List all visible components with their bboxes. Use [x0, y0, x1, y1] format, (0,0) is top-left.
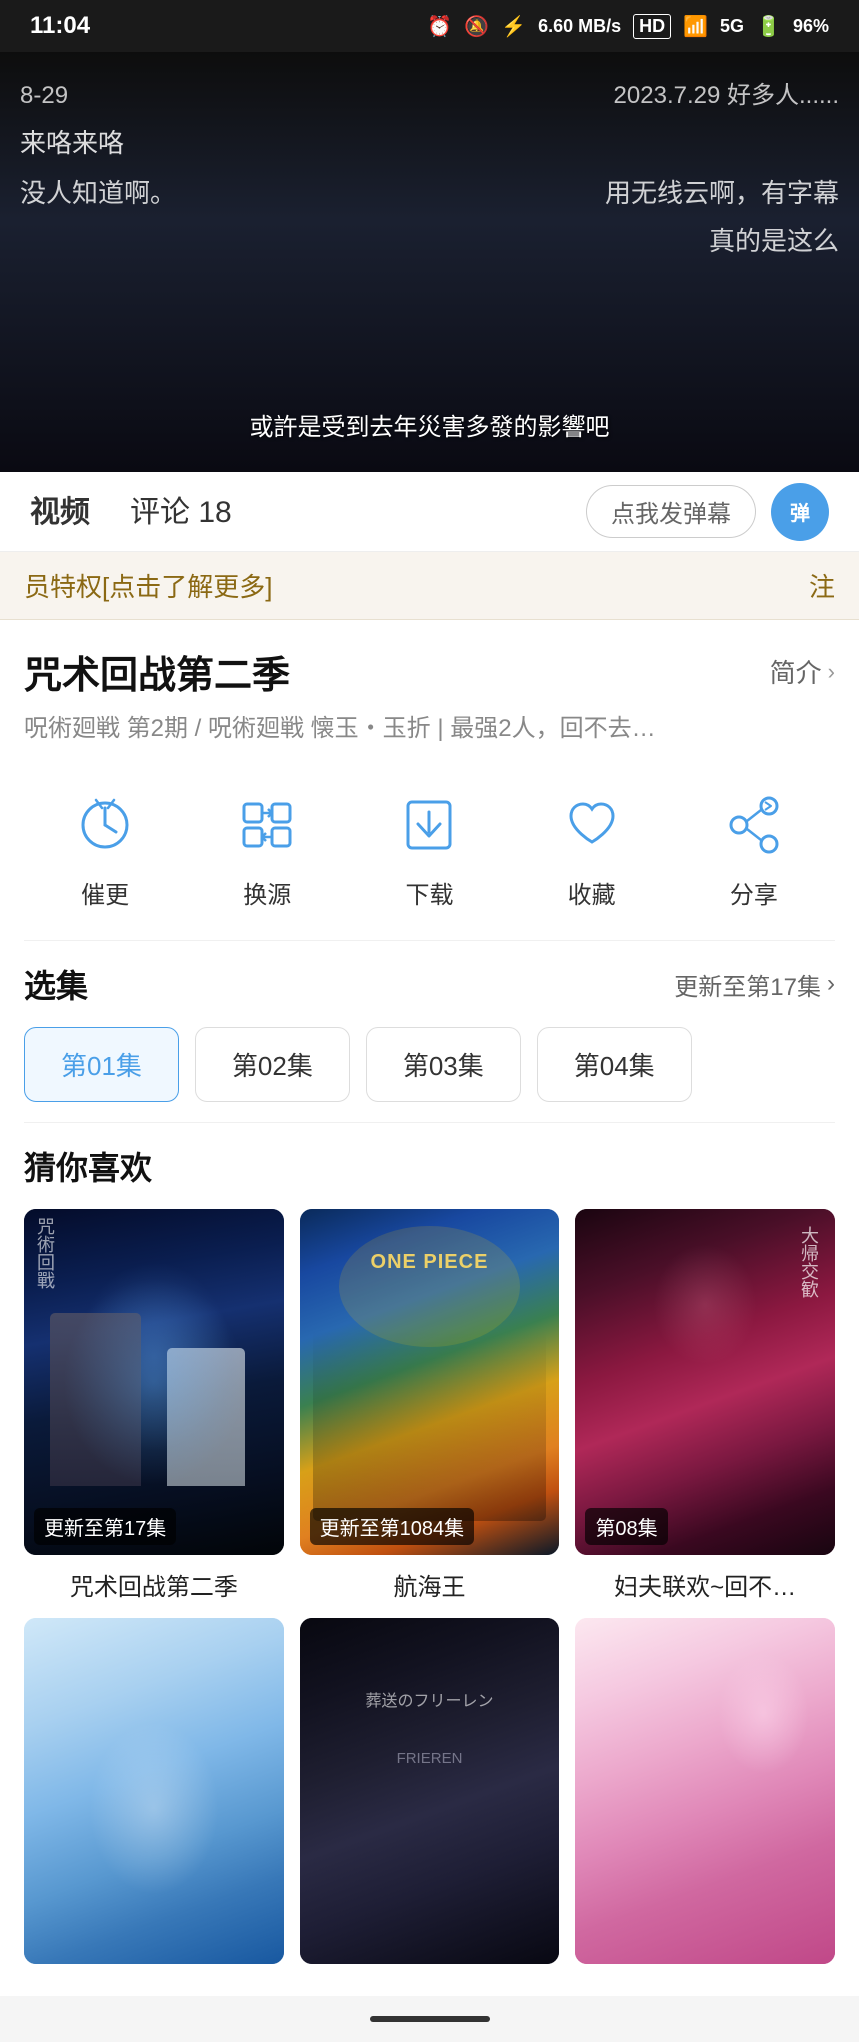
recommend-title: 猜你喜欢	[24, 1143, 835, 1189]
name-onepiece: 航海王	[300, 1567, 560, 1602]
battery-icon: 🔋	[756, 14, 781, 39]
tab-actions: 点我发弹幕 弹	[586, 483, 829, 541]
badge-hufu: 第08集	[585, 1508, 667, 1545]
recommend-thumb-4	[24, 1618, 284, 1964]
member-text: 员特权[点击了解更多]	[24, 567, 272, 604]
comment-nobody: 没人知道啊。	[20, 173, 176, 215]
comment-date-right: 2023.7.29 好多人......	[614, 77, 839, 115]
switch-icon	[229, 787, 305, 863]
comment-date-left: 8-29	[20, 77, 68, 115]
tab-comment[interactable]: 评论 18	[130, 487, 232, 536]
video-subtitle: 或許是受到去年災害多發的影響吧	[0, 407, 859, 442]
comment-wireless: 用无线云啊，有字幕	[605, 173, 839, 215]
recommend-grid: 咒術回戰 更新至第17集 咒术回战第二季 ONE PIECE 更新至第1084集	[24, 1209, 835, 1976]
intro-arrow-icon: ›	[828, 659, 835, 685]
hd-badge: HD	[633, 14, 671, 39]
recommend-section: 猜你喜欢 咒術回戰 更新至第17集 咒术回战第二季	[24, 1123, 835, 1996]
tab-bar: 视频 评论 18 点我发弹幕 弹	[0, 472, 859, 552]
danmu-icon-btn[interactable]: 弹	[771, 483, 829, 541]
badge-jujutsu: 更新至第17集	[34, 1508, 176, 1545]
recommend-item-frieren[interactable]: 葬送のフリーレン FRIEREN	[300, 1618, 560, 1976]
tab-video[interactable]: 视频	[30, 487, 90, 536]
share-icon	[716, 787, 792, 863]
member-note: 注	[809, 567, 835, 604]
recommend-item-hufu[interactable]: 大帰交歓 第08集 妇夫联欢~回不…	[575, 1209, 835, 1602]
status-bar: 11:04 ⏰ 🔕 ⚡ 6.60 MB/s HD 📶 5G 🔋 96%	[0, 0, 859, 52]
episode-list: 第01集 第02集 第03集 第04集	[24, 1027, 835, 1102]
anime-tags: 呪術廻戦 第2期 / 呪術廻戦 懐玉・玉折 | 最强2人，回不去…	[24, 711, 835, 747]
bluetooth-icon: ⚡	[501, 14, 526, 39]
action-download[interactable]: 下载	[391, 787, 467, 910]
wifi-icon: 📶	[683, 14, 708, 39]
status-time: 11:04	[30, 12, 90, 40]
action-buttons: 催更 换源	[24, 777, 835, 941]
comment-really: 真的是这么	[709, 221, 839, 263]
clock-icon	[67, 787, 143, 863]
recommend-item-6[interactable]	[575, 1618, 835, 1976]
episode-header: 选集 更新至第17集 ›	[24, 961, 835, 1007]
recommend-item-4[interactable]	[24, 1618, 284, 1976]
action-huanyuan[interactable]: 换源	[229, 787, 305, 910]
episode-btn-01[interactable]: 第01集	[24, 1027, 179, 1102]
status-icons: ⏰ 🔕 ⚡ 6.60 MB/s HD 📶 5G 🔋 96%	[427, 14, 829, 39]
name-jujutsu: 咒术回战第二季	[24, 1567, 284, 1602]
recommend-thumb-frieren: 葬送のフリーレン FRIEREN	[300, 1618, 560, 1964]
download-label: 下载	[405, 875, 453, 910]
episode-btn-03[interactable]: 第03集	[366, 1027, 521, 1102]
update-info[interactable]: 更新至第17集 ›	[674, 967, 835, 1002]
danmu-overlay: 8-29 2023.7.29 好多人...... 来咯来咯 没人知道啊。 用无线…	[0, 52, 859, 283]
heart-icon	[554, 787, 630, 863]
episode-btn-02[interactable]: 第02集	[195, 1027, 350, 1102]
video-background: 8-29 2023.7.29 好多人...... 来咯来咯 没人知道啊。 用无线…	[0, 52, 859, 472]
huanyuan-label: 换源	[243, 875, 291, 910]
scroll-indicator	[370, 2016, 490, 2022]
mute-icon: 🔕	[464, 14, 489, 39]
intro-link[interactable]: 简介 ›	[770, 653, 835, 690]
recommend-item-jujutsu[interactable]: 咒術回戰 更新至第17集 咒术回战第二季	[24, 1209, 284, 1602]
recommend-thumb-hufu: 大帰交歓 第08集	[575, 1209, 835, 1555]
danmu-text-btn[interactable]: 点我发弹幕	[586, 485, 756, 538]
content-area: 咒术回战第二季 简介 › 呪術廻戦 第2期 / 呪術廻戦 懐玉・玉折 | 最强2…	[0, 620, 859, 1996]
anime-title: 咒术回战第二季	[24, 644, 290, 699]
episode-section: 选集 更新至第17集 › 第01集 第02集 第03集 第04集	[24, 941, 835, 1123]
member-banner[interactable]: 员特权[点击了解更多] 注	[0, 552, 859, 620]
recommend-thumb-6	[575, 1618, 835, 1964]
comment-laolao: 来咯来咯	[20, 123, 124, 165]
recommend-thumb-onepiece: ONE PIECE 更新至第1084集	[300, 1209, 560, 1555]
share-label: 分享	[730, 875, 778, 910]
update-arrow-icon: ›	[827, 970, 835, 998]
episode-title: 选集	[24, 961, 88, 1007]
recommend-thumb-jujutsu: 咒術回戰 更新至第17集	[24, 1209, 284, 1555]
signal-icon: 5G	[720, 16, 744, 37]
cuigeng-label: 催更	[81, 875, 129, 910]
action-cuigeng[interactable]: 催更	[67, 787, 143, 910]
recommend-item-onepiece[interactable]: ONE PIECE 更新至第1084集 航海王	[300, 1209, 560, 1602]
battery-percent: 96%	[793, 16, 829, 37]
alarm-icon: ⏰	[427, 14, 452, 39]
action-share[interactable]: 分享	[716, 787, 792, 910]
action-collect[interactable]: 收藏	[554, 787, 630, 910]
collect-label: 收藏	[568, 875, 616, 910]
speed-indicator: 6.60 MB/s	[538, 16, 621, 37]
name-hufu: 妇夫联欢~回不…	[575, 1567, 835, 1602]
download-icon	[391, 787, 467, 863]
episode-btn-04[interactable]: 第04集	[537, 1027, 692, 1102]
video-player[interactable]: 8-29 2023.7.29 好多人...... 来咯来咯 没人知道啊。 用无线…	[0, 52, 859, 472]
badge-onepiece: 更新至第1084集	[310, 1508, 475, 1545]
title-row: 咒术回战第二季 简介 ›	[24, 644, 835, 699]
